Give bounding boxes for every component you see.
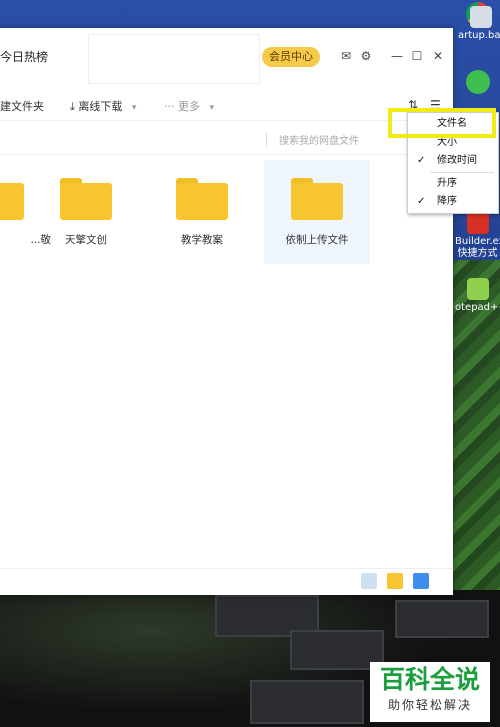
more-button[interactable]: ··· 更多 ▾ [164,98,214,114]
chevron-down-icon: ▾ [131,103,137,113]
search-input[interactable]: 搜索我的网盘文件 [266,132,359,147]
folder-item[interactable]: 天擎文创 [33,160,139,264]
status-bar [0,568,453,596]
offline-download-button[interactable]: ⤓ 离线下载 ▾ [70,98,136,114]
desktop-icon-builder[interactable]: Builder.exe 快捷方式 [455,212,500,260]
folder-icon [176,178,228,220]
bat-file-icon [469,6,492,28]
toolbar: 建文件夹 ⤓ 离线下载 ▾ ··· 更多 ▾ ⇅ ☰ [0,90,453,121]
desktop-icon-label: artup.bat [458,30,500,41]
folder-name: 依制上传文件 [285,234,349,246]
desktop-icon-bat[interactable]: artup.bat [458,6,500,41]
folder-icon [60,178,112,220]
vip-center-button[interactable]: 会员中心 [262,47,320,67]
folder-item[interactable]: 依制上传文件 [264,160,370,264]
title-bar: 今日热榜 会员中心 ✉ ⚙ — ☐ ✕ [0,28,453,86]
watermark-logo: 百科全说 助你轻松解决 [370,662,490,722]
new-folder-button[interactable]: 建文件夹 [0,98,44,114]
highlight-annotation-box [388,108,496,138]
more-dots-icon: ··· [164,100,178,113]
menu-divider [430,172,494,173]
menu-item-label: 降序 [437,196,457,207]
folder-icon [291,178,343,220]
watermark-title: 百科全说 [379,665,480,694]
menu-item-label: 修改时间 [437,155,477,166]
sort-by-modified-item[interactable]: ✓ 修改时间 [408,152,498,170]
desktop-icon-notepadpp[interactable]: otepad++ [455,278,500,313]
folder-icon [0,178,24,220]
app-shortcut-icon [466,212,489,234]
sort-descending-item[interactable]: ✓ 降序 [408,193,498,211]
desktop-icon-label: Builder.exe 快捷方式 [455,236,500,259]
upload-icon[interactable] [387,573,403,589]
desktop-icon-label: otepad++ [455,302,500,313]
folder-name: 天擎文创 [65,234,107,246]
more-label: 更多 [178,100,200,113]
chevron-down-icon: ▾ [209,103,215,113]
lock-icon[interactable] [413,573,429,589]
folder-name: 教学教案 [181,234,223,246]
close-icon[interactable]: ✕ [431,49,445,63]
watermark-subtitle: 助你轻松解决 [387,698,472,712]
sort-ascending-item[interactable]: 升序 [408,175,498,193]
green-app-icon [465,70,490,94]
settings-icon[interactable]: ⚙ [359,49,373,63]
file-grid: ...敬 天擎文创 教学教案 依制上传文件 [0,158,453,268]
cloud-drive-window: 今日热榜 会员中心 ✉ ⚙ — ☐ ✕ 建文件夹 ⤓ 离线下载 ▾ ··· 更多… [0,28,453,595]
wallpaper-stone [250,680,364,724]
folder-item[interactable]: 教学教案 [149,160,255,264]
desktop-icon-green[interactable] [455,70,500,96]
blank-panel [88,34,260,84]
notepadpp-icon [466,278,489,300]
check-icon: ✓ [417,196,426,207]
menu-item-label: 升序 [437,178,457,189]
maximize-icon[interactable]: ☐ [410,49,424,63]
wallpaper-stone [395,600,489,638]
new-folder-label: 建文件夹 [0,100,44,113]
path-bar: 搜索我的网盘文件 [0,124,453,155]
offline-download-label: 离线下载 [78,100,123,113]
mail-icon[interactable]: ✉ [339,49,353,63]
check-icon: ✓ [417,155,426,166]
window-title-tab[interactable]: 今日热榜 [0,48,48,65]
apps-grid-icon[interactable] [361,573,377,589]
minimize-icon[interactable]: — [390,49,404,63]
